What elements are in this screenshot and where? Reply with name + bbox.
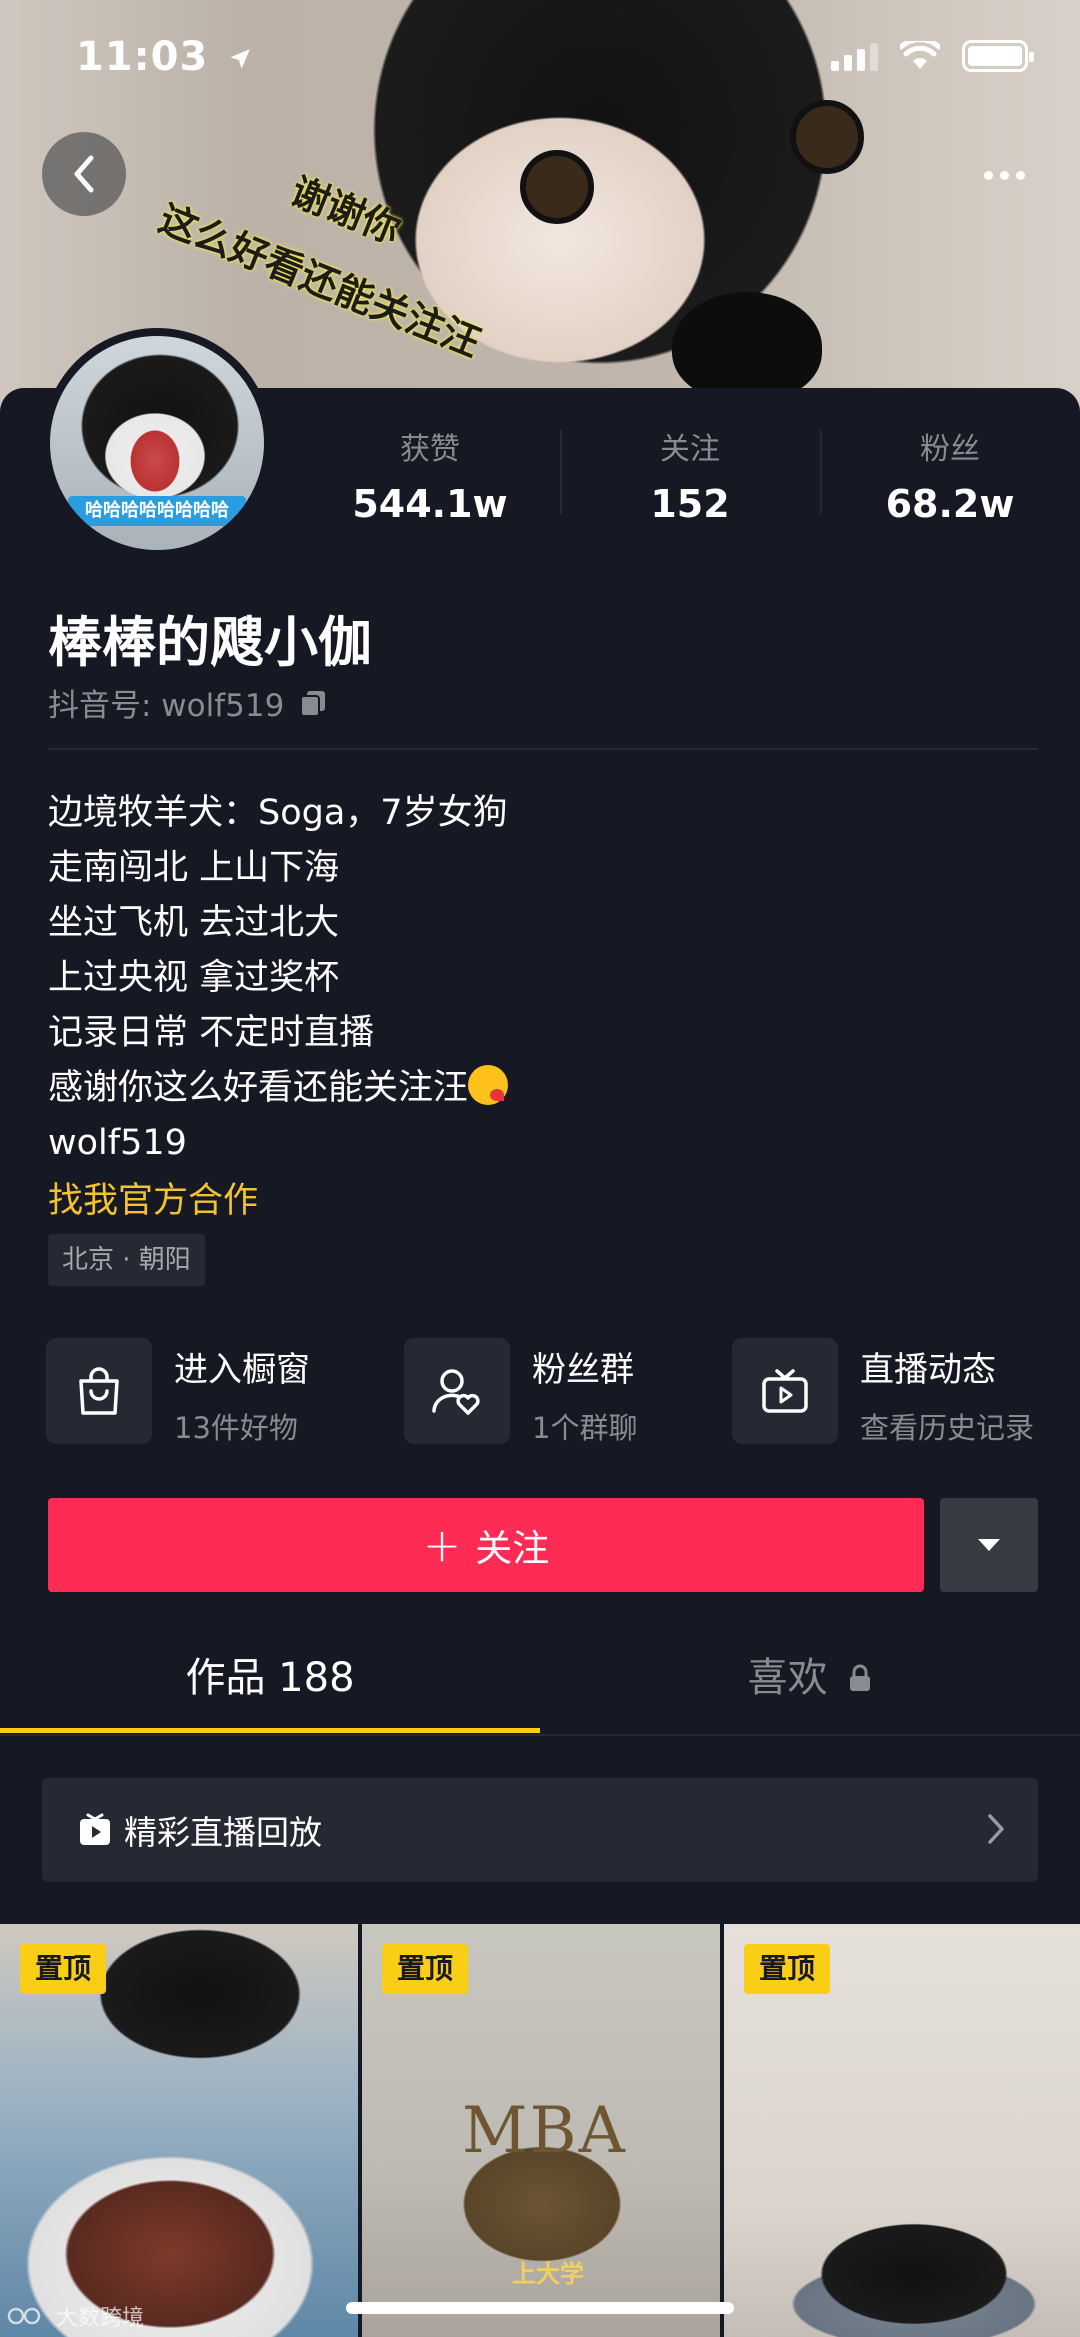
status-icons	[831, 40, 1034, 72]
video-sign-text: MBA	[462, 2094, 627, 2168]
follow-button-label: 关注	[475, 1527, 550, 1570]
lock-icon	[850, 1664, 871, 1691]
bio-line: 坐过飞机 去过北大	[48, 903, 340, 943]
bio-line: 感谢你这么好看还能关注汪	[48, 1068, 469, 1108]
douyin-id-text: 抖音号: wolf519	[48, 688, 285, 724]
live-replay-label: 精彩直播回放	[124, 1813, 322, 1852]
stat-followers-label: 粉丝	[920, 432, 980, 467]
feature-shop-window[interactable]: 进入橱窗 13件好物	[46, 1338, 310, 1448]
stat-following-label: 关注	[660, 432, 720, 467]
more-dot-icon	[999, 170, 1009, 180]
video-caption: 上大学	[512, 2260, 584, 2288]
tab-likes[interactable]: 喜欢	[540, 1632, 1080, 1736]
profile-stats: 获赞 544.1w 关注 152 粉丝 68.2w	[300, 418, 1080, 528]
bio-line: 记录日常 不定时直播	[48, 1013, 375, 1053]
caret-down-icon	[978, 1539, 1000, 1551]
recommend-dropdown-button[interactable]	[940, 1498, 1038, 1592]
back-button[interactable]	[42, 132, 126, 216]
shopping-bag-icon	[46, 1338, 152, 1444]
video-grid: 置顶 置顶 MBA 上大学 置顶	[0, 1924, 1080, 2337]
more-dot-icon	[1015, 170, 1025, 180]
pinned-badge: 置顶	[744, 1944, 830, 1994]
avatar-image: 哈哈哈哈哈哈哈哈	[50, 336, 264, 550]
divider	[48, 748, 1038, 750]
home-indicator[interactable]	[346, 2302, 734, 2314]
stat-following-value: 152	[650, 482, 730, 526]
bio-line: 走南闯北 上山下海	[48, 848, 340, 888]
location-tag[interactable]: 北京 · 朝阳	[48, 1234, 205, 1286]
content-tabs: 作品 188 喜欢	[0, 1632, 1080, 1736]
live-replay-banner[interactable]: 精彩直播回放	[42, 1778, 1038, 1882]
pinned-badge: 置顶	[20, 1944, 106, 1994]
stat-likes[interactable]: 获赞 544.1w	[300, 418, 560, 528]
cooperation-link[interactable]: 找我官方合作	[48, 1172, 258, 1223]
feature-live-history[interactable]: 直播动态 查看历史记录	[732, 1338, 1034, 1448]
live-replay-icon	[80, 1813, 110, 1845]
stat-followers[interactable]: 粉丝 68.2w	[820, 418, 1080, 528]
battery-icon	[962, 40, 1034, 72]
fan-group-icon	[404, 1338, 510, 1444]
watermark-text: 大数跨境	[56, 2306, 145, 2331]
chevron-right-icon	[988, 1814, 1004, 1844]
kiss-emoji-icon	[468, 1065, 509, 1105]
stat-followers-value: 68.2w	[885, 482, 1015, 526]
cellular-signal-icon	[831, 41, 878, 71]
bio-line: wolf519	[48, 1123, 187, 1163]
profile-nickname: 棒棒的飕小伽	[48, 611, 372, 674]
feature-fan-group-title: 粉丝群	[532, 1350, 634, 1390]
chevron-left-icon	[74, 155, 94, 193]
feature-shop-title: 进入橱窗	[174, 1350, 310, 1390]
watermark: 大数跨境	[6, 2300, 144, 2332]
pinned-badge: 置顶	[382, 1944, 468, 1994]
feature-live-subtitle: 查看历史记录	[860, 1411, 1035, 1445]
avatar-caption: 哈哈哈哈哈哈哈哈	[68, 496, 246, 526]
bio-line: 边境牧羊犬：Soga，7岁女狗	[48, 793, 508, 833]
stat-following[interactable]: 关注 152	[560, 418, 820, 528]
tab-active-indicator	[0, 1728, 540, 1733]
feature-row: 进入橱窗 13件好物 粉丝群 1个群聊 直播动态 查看历史记录	[46, 1338, 1046, 1448]
bio-line-with-emoji: 感谢你这么好看还能关注汪	[48, 1061, 509, 1116]
stat-likes-label: 获赞	[400, 432, 460, 467]
copy-icon[interactable]	[298, 688, 328, 718]
location-arrow-icon	[230, 49, 251, 69]
wifi-icon	[900, 41, 940, 69]
video-thumbnail[interactable]: 置顶	[724, 1924, 1080, 2337]
bio-line: 上过央视 拿过奖杯	[48, 958, 340, 998]
more-options-button[interactable]	[964, 150, 1044, 200]
video-thumbnail[interactable]: 置顶	[0, 1924, 358, 2337]
status-time-text: 11:03	[76, 34, 209, 80]
plus-icon: +	[422, 1518, 462, 1572]
feature-live-title: 直播动态	[860, 1350, 996, 1390]
douyin-id[interactable]: 抖音号: wolf519	[48, 680, 328, 725]
feature-fan-group-subtitle: 1个群聊	[532, 1411, 638, 1445]
status-time: 11:03	[76, 34, 253, 80]
video-thumbnail[interactable]: 置顶 MBA 上大学	[362, 1924, 720, 2337]
tab-likes-label: 喜欢	[747, 1655, 828, 1701]
avatar[interactable]: 哈哈哈哈哈哈哈哈	[42, 328, 272, 558]
stat-likes-value: 544.1w	[352, 482, 508, 526]
status-bar: 11:03	[0, 0, 1080, 120]
watermark-logo-icon	[7, 2307, 41, 2325]
feature-fan-group[interactable]: 粉丝群 1个群聊	[404, 1338, 637, 1448]
feature-shop-subtitle: 13件好物	[174, 1411, 298, 1445]
profile-bio: 边境牧羊犬：Soga，7岁女狗 走南闯北 上山下海 坐过飞机 去过北大 上过央视…	[48, 786, 509, 1171]
tv-play-icon	[732, 1338, 838, 1444]
tab-works[interactable]: 作品 188	[0, 1632, 540, 1736]
tab-works-label: 作品 188	[185, 1655, 355, 1701]
cover-dog-eye-left	[520, 150, 594, 224]
cover-dog-nose	[672, 292, 822, 402]
follow-button[interactable]: + 关注	[48, 1498, 924, 1592]
more-dot-icon	[983, 170, 993, 180]
profile-panel: 哈哈哈哈哈哈哈哈 获赞 544.1w 关注 152 粉丝 68.2w 棒棒的飕小…	[0, 328, 1080, 2337]
